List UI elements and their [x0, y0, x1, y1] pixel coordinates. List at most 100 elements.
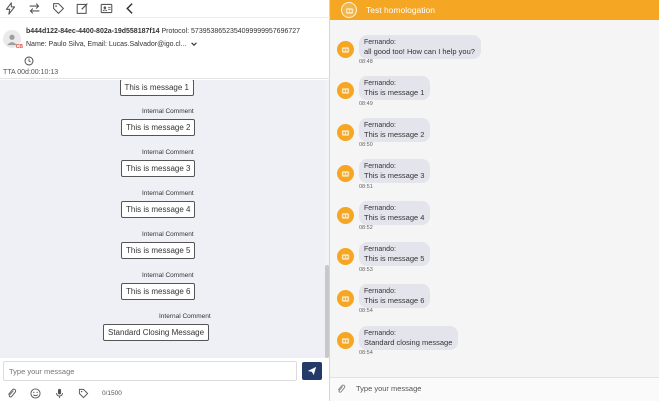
- customer-message-input[interactable]: Type your message: [356, 384, 421, 393]
- chat-bubble: Fernando: This is message 6: [359, 284, 431, 308]
- message-text: Standard closing message: [364, 338, 453, 347]
- bot-avatar: [337, 207, 354, 224]
- attachment-icon[interactable]: [6, 388, 17, 399]
- message-time: 08:51: [359, 184, 373, 190]
- contact-card-icon[interactable]: [99, 2, 113, 16]
- ticket-id-line: b444d122-84ec-4400-802a-19d558187f14 Pro…: [26, 28, 300, 35]
- transfer-icon[interactable]: [27, 2, 41, 16]
- customer-name-email: Name: Paulo Silva, Email: Lucas.Salvador…: [26, 40, 187, 48]
- internal-comment-label: Internal Comment: [142, 108, 194, 115]
- bot-avatar: [337, 41, 354, 58]
- message-time: 08:53: [359, 267, 373, 273]
- chat-bubble: Fernando: This is message 4: [359, 201, 431, 225]
- message-time: 08:50: [359, 142, 373, 148]
- agent-message-list: This is message 1 Internal Comment This …: [0, 80, 326, 358]
- chat-bubble: Fernando: This is message 3: [359, 159, 431, 183]
- message-2[interactable]: This is message 2: [121, 119, 196, 136]
- internal-comment-label: Internal Comment: [142, 149, 194, 156]
- internal-comment-label: Internal Comment: [142, 272, 194, 279]
- internal-comment-label: Internal Comment: [159, 313, 211, 320]
- bot-avatar: [337, 332, 354, 349]
- message-scrollbar[interactable]: [325, 80, 329, 358]
- customer-avatar: CB: [3, 30, 23, 50]
- message-time: 08:54: [359, 350, 373, 356]
- chat-title: Test homologation: [366, 5, 435, 15]
- message-text: This is message 6: [364, 296, 425, 305]
- internal-comment-label: Internal Comment: [142, 231, 194, 238]
- bot-icon: [341, 171, 350, 177]
- chat-bubble: Fernando: This is message 1: [359, 76, 431, 100]
- message-time: 08:54: [359, 308, 373, 314]
- sender-name: Fernando:: [364, 330, 396, 337]
- customer-chat-panel: Test homologation Fernando: all good too…: [330, 0, 659, 401]
- tag-icon[interactable]: [78, 388, 89, 399]
- lightning-icon[interactable]: [3, 2, 17, 16]
- message-text: This is message 3: [364, 171, 425, 180]
- bot-avatar: [337, 248, 354, 265]
- bot-avatar: [337, 290, 354, 307]
- message-text: This is message 4: [364, 213, 425, 222]
- internal-comment-label: Internal Comment: [142, 190, 194, 197]
- bot-avatar: [337, 82, 354, 99]
- sender-name: Fernando:: [364, 246, 396, 253]
- sender-name: Fernando:: [364, 163, 396, 170]
- agent-composer: [0, 361, 326, 381]
- message-5[interactable]: This is message 5: [121, 242, 196, 259]
- bot-avatar: [341, 2, 357, 18]
- bot-avatar: [337, 124, 354, 141]
- bot-icon: [341, 47, 350, 53]
- message-1[interactable]: This is message 1: [119, 80, 194, 96]
- send-icon: [307, 366, 317, 376]
- message-time: 08:48: [359, 59, 373, 65]
- composer-tools: 0/1500: [0, 385, 326, 401]
- sender-name: Fernando:: [364, 39, 396, 46]
- chat-bubble: Fernando: Standard closing message: [359, 326, 459, 350]
- edit-icon[interactable]: [75, 2, 89, 16]
- sender-name: Fernando:: [364, 122, 396, 129]
- ticket-info: CB b444d122-84ec-4400-802a-19d558187f14 …: [0, 19, 330, 79]
- microphone-icon[interactable]: [54, 388, 65, 399]
- bot-icon: [341, 254, 350, 260]
- ticket-id: b444d122-84ec-4400-802a-19d558187f14: [26, 28, 160, 35]
- channel-tag: CB: [15, 44, 23, 50]
- back-chevron-icon[interactable]: [123, 2, 137, 16]
- customer-name-line[interactable]: Name: Paulo Silva, Email: Lucas.Salvador…: [26, 40, 198, 48]
- tta-timer: TTA 00d:00:10:13: [3, 69, 59, 76]
- closing-message[interactable]: Standard Closing Message: [103, 324, 210, 341]
- protocol-label: Protocol:: [161, 28, 190, 35]
- attachment-icon[interactable]: [336, 384, 346, 394]
- tag-icon[interactable]: [51, 2, 65, 16]
- scrollbar-thumb[interactable]: [325, 265, 329, 358]
- bot-icon: [341, 338, 350, 344]
- emoji-icon[interactable]: [30, 387, 41, 399]
- bot-icon: [341, 130, 350, 136]
- ticket-toolbar: [0, 0, 330, 18]
- chevron-down-icon[interactable]: [190, 40, 198, 48]
- chat-bubble: Fernando: all good too! How can I help y…: [359, 35, 481, 59]
- agent-panel: CB b444d122-84ec-4400-802a-19d558187f14 …: [0, 0, 330, 401]
- message-input[interactable]: [3, 361, 297, 381]
- message-text: This is message 5: [364, 254, 425, 263]
- message-time: 08:52: [359, 225, 373, 231]
- message-text: This is message 2: [364, 130, 425, 139]
- clock-icon: [24, 56, 34, 66]
- send-button[interactable]: [302, 362, 322, 380]
- protocol-value: 5739538652354099999957696727: [191, 28, 301, 35]
- bot-icon: [341, 88, 350, 94]
- customer-message-list: Fernando: all good too! How can I help y…: [330, 20, 659, 373]
- message-6[interactable]: This is message 6: [121, 283, 196, 300]
- message-time: 08:49: [359, 101, 373, 107]
- sender-name: Fernando:: [364, 288, 396, 295]
- chat-bubble: Fernando: This is message 2: [359, 118, 431, 142]
- bot-icon: [341, 213, 350, 219]
- customer-composer: Type your message: [330, 377, 659, 401]
- message-4[interactable]: This is message 4: [121, 201, 196, 218]
- bot-avatar: [337, 165, 354, 182]
- sender-name: Fernando:: [364, 205, 396, 212]
- bot-icon: [345, 7, 353, 14]
- sender-name: Fernando:: [364, 80, 396, 87]
- chat-bubble: Fernando: This is message 5: [359, 242, 431, 266]
- chat-header: Test homologation: [330, 0, 659, 20]
- message-3[interactable]: This is message 3: [121, 160, 196, 177]
- message-text: all good too! How can I help you?: [364, 47, 475, 56]
